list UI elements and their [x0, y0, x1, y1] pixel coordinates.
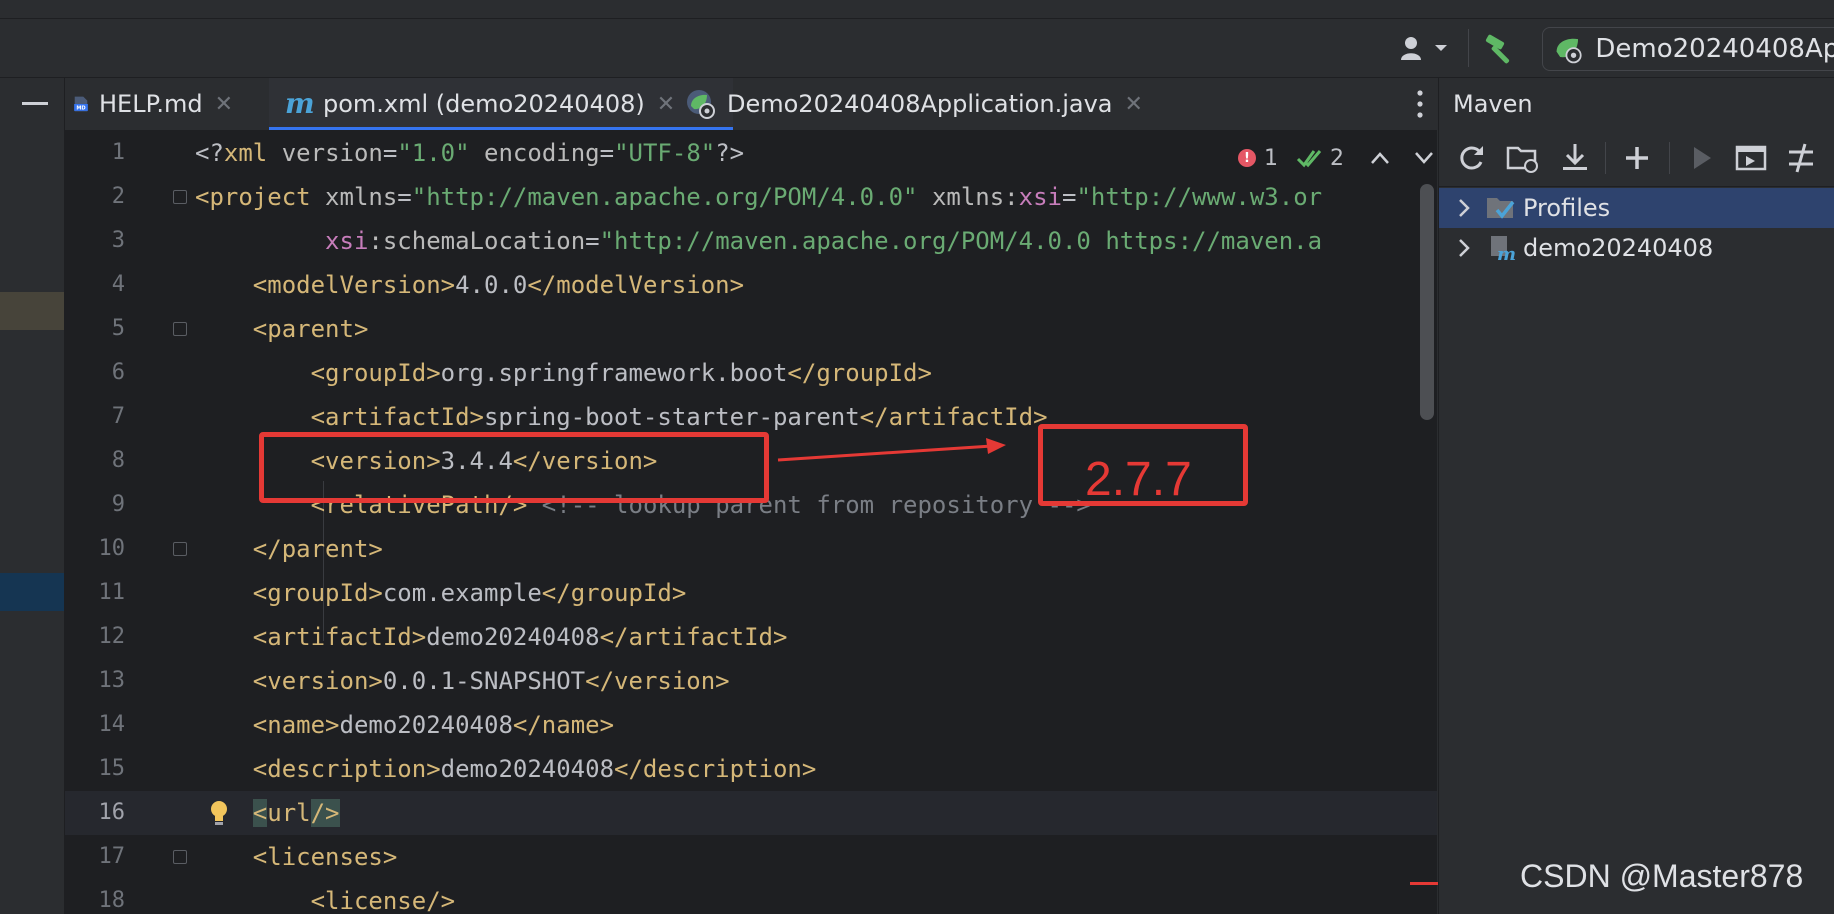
editor-scrollbar[interactable]	[1420, 184, 1434, 420]
reload-icon[interactable]	[1453, 140, 1489, 176]
chevron-down-icon	[1435, 45, 1447, 51]
window-title-strip	[0, 0, 1834, 19]
build-button[interactable]	[1482, 30, 1518, 66]
close-icon[interactable]: ✕	[1124, 92, 1142, 117]
fold-marker[interactable]	[173, 542, 187, 556]
add-folder-icon[interactable]	[1505, 140, 1541, 176]
code-line: 3 xsi:schemaLocation="http://maven.apach…	[111, 227, 1323, 255]
code-editor[interactable]: 1 <?xml version="1.0" encoding="UTF-8"?>…	[65, 131, 1437, 914]
chevron-down-icon[interactable]	[1414, 151, 1434, 165]
download-icon[interactable]	[1557, 140, 1593, 176]
spring-boot-run-icon	[1556, 38, 1582, 64]
main-toolbar: Demo20240408Appl	[0, 19, 1834, 78]
error-icon: !	[1238, 149, 1256, 167]
code-line: 12 <artifactId>demo20240408</artifactId>	[98, 623, 788, 651]
account-button[interactable]	[1400, 33, 1456, 63]
code-line: 15 <description>demo20240408</descriptio…	[98, 755, 817, 783]
code-line: 4 <modelVersion>4.0.0</modelVersion>	[111, 271, 745, 299]
maven-module-icon: m	[1491, 236, 1516, 262]
toolbar-separator	[1669, 142, 1670, 174]
toolbar-separator	[1468, 29, 1469, 67]
code-line: 10 </parent>	[98, 535, 383, 563]
svg-text:m: m	[285, 89, 313, 119]
code-line: 18 <license/>	[98, 887, 456, 914]
maven-tree-item-profiles[interactable]: Profiles	[1439, 188, 1834, 228]
chevron-right-icon[interactable]	[1453, 197, 1475, 219]
run-configuration-label: Demo20240408Appl	[1595, 34, 1834, 64]
code-line: 5 <parent>	[111, 315, 369, 343]
execute-goal-icon[interactable]	[1733, 140, 1769, 176]
user-icon	[1401, 37, 1421, 60]
maven-tree-item-module[interactable]: m demo20240408	[1439, 228, 1834, 268]
code-line: 2 <project xmlns="http://maven.apache.or…	[111, 183, 1323, 211]
code-line: 11 <groupId>com.example</groupId>	[98, 579, 687, 607]
maven-toolbar	[1439, 130, 1834, 187]
tab-help-md[interactable]: MD HELP.md ✕	[73, 78, 233, 130]
run-configuration-selector[interactable]: Demo20240408Appl	[1542, 27, 1834, 71]
spring-boot-class-icon	[687, 90, 715, 119]
chevron-up-icon[interactable]	[1370, 151, 1390, 165]
annotation-box-current-version	[259, 432, 769, 503]
maven-title: Maven	[1453, 90, 1533, 118]
double-check-icon	[1296, 150, 1322, 168]
tab-application-java[interactable]: Demo20240408Application.java ✕	[685, 78, 1145, 130]
toolbar-separator	[1605, 142, 1606, 174]
fold-marker[interactable]	[173, 850, 187, 864]
markdown-file-icon: MD	[74, 96, 88, 112]
tool-strip-highlight	[0, 292, 64, 330]
more-tabs-icon[interactable]	[1417, 88, 1423, 120]
warning-count: 2	[1330, 145, 1344, 171]
error-count: 1	[1264, 145, 1278, 171]
fold-marker[interactable]	[173, 322, 187, 336]
toggle-offline-icon[interactable]	[1783, 140, 1819, 176]
fold-marker[interactable]	[173, 190, 187, 204]
tool-strip-selection	[0, 573, 64, 611]
run-icon[interactable]	[1683, 140, 1719, 176]
chevron-right-icon[interactable]	[1453, 237, 1475, 259]
annotation-new-version: 2.7.7	[1085, 453, 1192, 506]
minimize-icon[interactable]	[22, 102, 48, 105]
close-icon[interactable]: ✕	[215, 92, 233, 117]
close-icon[interactable]: ✕	[657, 92, 675, 117]
tab-pom-xml[interactable]: m pom.xml (demo20240408) ✕	[269, 78, 733, 130]
code-line: 14 <name>demo20240408</name>	[98, 711, 615, 739]
code-line: 13 <version>0.0.1-SNAPSHOT</version>	[98, 667, 730, 695]
svg-text:m: m	[1497, 244, 1516, 262]
maven-pom-icon: m	[285, 89, 313, 119]
code-line: 6 <groupId>org.springframework.boot</gro…	[111, 359, 932, 387]
watermark: CSDN @Master878	[1520, 858, 1804, 894]
annotation-arrow	[777, 438, 1006, 462]
svg-text:MD: MD	[76, 106, 85, 112]
left-tool-strip	[0, 78, 65, 914]
hammer-icon	[1485, 34, 1510, 64]
maven-tool-window: Maven Profiles m demo20240408	[1438, 78, 1834, 914]
plus-icon[interactable]	[1619, 140, 1655, 176]
code-line: 1 <?xml version="1.0" encoding="UTF-8"?>	[111, 139, 745, 167]
code-line-current: 16 <url/>	[65, 791, 1437, 835]
profiles-icon	[1487, 198, 1515, 219]
code-line: 17 <licenses>	[98, 843, 398, 871]
editor-tab-bar: MD HELP.md ✕ m pom.xml (demo20240408) ✕ …	[65, 78, 1437, 131]
inspection-widget[interactable]: ! 1 2	[1238, 144, 1434, 172]
red-mark	[1410, 882, 1438, 885]
